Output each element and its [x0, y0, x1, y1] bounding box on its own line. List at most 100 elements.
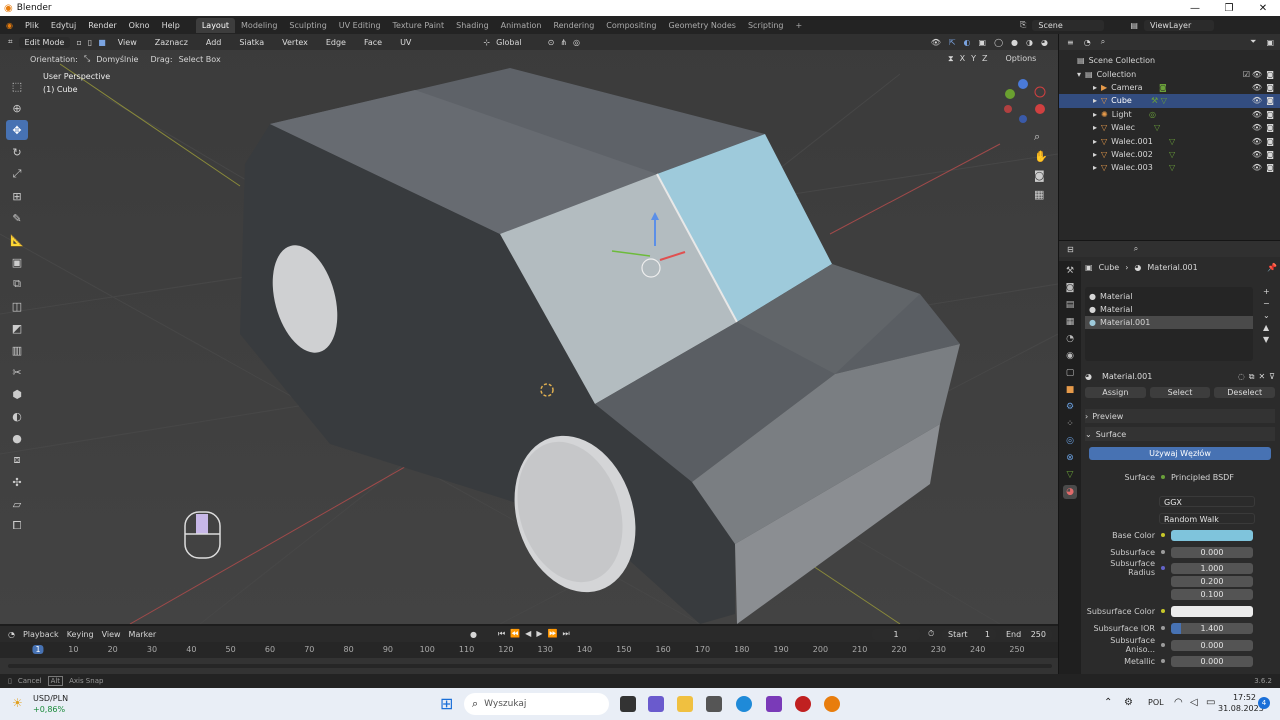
properties-editor-icon[interactable]: ⊟: [1067, 245, 1074, 254]
properties-search-icon[interactable]: ⌕: [1134, 244, 1138, 254]
tab-modeling[interactable]: Modeling: [235, 18, 283, 33]
camera-restrict-icon[interactable]: ◙: [1266, 96, 1274, 105]
deselect-button[interactable]: Deselect: [1214, 387, 1276, 398]
tab-layout[interactable]: Layout: [195, 17, 236, 33]
media-app-icon[interactable]: [766, 696, 782, 712]
file-explorer-icon[interactable]: [677, 696, 693, 712]
loop-cut-tool-icon[interactable]: ▥: [6, 340, 28, 360]
menu-uv[interactable]: UV: [394, 38, 417, 47]
shear-tool-icon[interactable]: ▱: [6, 494, 28, 514]
playback-menu[interactable]: Playback: [23, 630, 59, 639]
slot-menu-icon[interactable]: ⌄: [1263, 311, 1270, 320]
eye-icon[interactable]: 👁: [1252, 83, 1262, 92]
tray-app-icon[interactable]: ⚙: [1124, 697, 1133, 708]
material-datablock[interactable]: ◕ Material.001 ◌ ⧉ ✕ ⊽: [1085, 370, 1275, 383]
timeline-scrollbar[interactable]: [8, 664, 1052, 668]
world-tab-icon[interactable]: ◉: [1063, 349, 1077, 363]
move-up-icon[interactable]: ▲: [1263, 323, 1270, 332]
clock-date[interactable]: 31.08.2023: [1218, 704, 1264, 713]
outliner-item-walec-002[interactable]: ▸ ▽ Walec.002 ▽ 👁 ◙: [1059, 148, 1280, 161]
close-icon[interactable]: ✕: [1246, 0, 1280, 16]
ortho-grid-icon[interactable]: ▦: [1034, 188, 1048, 201]
pin-icon[interactable]: 📌: [1267, 263, 1277, 272]
eye-icon[interactable]: 👁: [1252, 150, 1262, 159]
play-icon[interactable]: ▶: [536, 629, 542, 639]
app-icon[interactable]: [706, 696, 722, 712]
battery-icon[interactable]: ▭: [1206, 697, 1215, 708]
eye-icon[interactable]: 👁: [1252, 163, 1262, 172]
record-icon[interactable]: ●: [470, 630, 477, 639]
axis-y-toggle[interactable]: Y: [971, 54, 976, 64]
render-tab-icon[interactable]: ◙: [1063, 281, 1077, 295]
axis-x-toggle[interactable]: X: [960, 54, 965, 64]
distribution-dropdown[interactable]: GGX: [1159, 495, 1255, 507]
jump-end-icon[interactable]: ⏭: [562, 629, 569, 639]
material-slot[interactable]: ● Material: [1085, 290, 1253, 303]
eye-icon[interactable]: 👁: [1252, 123, 1262, 132]
use-nodes-button[interactable]: Używaj Węzłów: [1089, 447, 1271, 460]
extrude-tool-icon[interactable]: ⧉: [6, 274, 28, 294]
subsurface-field[interactable]: 0.000: [1171, 546, 1253, 558]
scene-field[interactable]: Scene: [1032, 19, 1105, 31]
unlink-icon[interactable]: ✕: [1258, 372, 1265, 381]
outliner-item-light[interactable]: ▸ ✺ Light ◎ 👁 ◙: [1059, 108, 1280, 121]
view-layer-icon[interactable]: ▤: [1130, 21, 1138, 30]
overlay-icon[interactable]: ◐: [964, 38, 971, 47]
camera-restrict-icon[interactable]: ◙: [1266, 83, 1274, 92]
menu-file[interactable]: Plik: [19, 21, 45, 30]
orientation-dropdown[interactable]: Domyślnie: [96, 55, 138, 64]
scene-tab-icon[interactable]: ◔: [1063, 332, 1077, 346]
outliner-search-icon[interactable]: ⌕: [1101, 37, 1105, 47]
outliner-item-walec-003[interactable]: ▸ ▽ Walec.003 ▽ 👁 ◙: [1059, 161, 1280, 174]
eye-icon[interactable]: 👁: [1252, 137, 1262, 146]
transform-orientation-icon[interactable]: ⊹: [483, 38, 490, 47]
volume-icon[interactable]: ◁: [1190, 697, 1198, 708]
ticker-label[interactable]: USD/PLN: [33, 694, 68, 703]
spin-tool-icon[interactable]: ◐: [6, 406, 28, 426]
expand-icon[interactable]: ▸: [1093, 96, 1097, 105]
menu-face[interactable]: Face: [358, 38, 388, 47]
expand-icon[interactable]: ▸: [1093, 150, 1097, 159]
menu-vertex[interactable]: Vertex: [276, 38, 314, 47]
subsurface-radius-x-field[interactable]: 1.000: [1171, 562, 1253, 574]
expand-icon[interactable]: ▸: [1093, 137, 1097, 146]
expand-icon[interactable]: ▸: [1093, 110, 1097, 119]
link-icon[interactable]: ⊽: [1269, 372, 1275, 381]
material-slot[interactable]: ● Material: [1085, 303, 1253, 316]
scene-icon[interactable]: ⎘: [1020, 20, 1026, 30]
menu-mesh[interactable]: Siatka: [233, 38, 270, 47]
material-name-field[interactable]: Material.001: [1095, 371, 1234, 382]
xray-icon[interactable]: ▣: [979, 38, 987, 47]
outliner-item-cube[interactable]: ▸ ▽ Cube ⚒ ▽ 👁 ◙: [1059, 94, 1280, 108]
add-workspace-icon[interactable]: +: [790, 18, 809, 33]
tab-rendering[interactable]: Rendering: [547, 18, 600, 33]
data-tab-icon[interactable]: ▽: [1063, 468, 1077, 482]
rotate-tool-icon[interactable]: ↻: [6, 142, 28, 162]
object-tab-icon[interactable]: ■: [1063, 383, 1077, 397]
measure-tool-icon[interactable]: 📐: [6, 230, 28, 250]
tab-scripting[interactable]: Scripting: [742, 18, 790, 33]
windows-start-icon[interactable]: ⊞: [440, 694, 453, 713]
poly-build-tool-icon[interactable]: ⬢: [6, 384, 28, 404]
select-button[interactable]: Select: [1149, 387, 1211, 398]
remove-slot-icon[interactable]: −: [1263, 299, 1270, 308]
camera-restrict-icon[interactable]: ◙: [1266, 123, 1274, 132]
rip-tool-icon[interactable]: ⧠: [6, 516, 28, 536]
language-indicator[interactable]: POL: [1148, 698, 1164, 707]
menu-select[interactable]: Zaznacz: [149, 38, 194, 47]
view-layer-tab-icon[interactable]: ▦: [1063, 315, 1077, 329]
task-view-icon[interactable]: [620, 696, 636, 712]
timeline-track[interactable]: [0, 658, 1058, 674]
3d-viewport[interactable]: User Perspective (1) Cube ⌕ ✋ ◙ ▦: [0, 34, 1058, 624]
expand-icon[interactable]: ▸: [1093, 83, 1097, 92]
surface-shader-field[interactable]: Principled BSDF: [1171, 473, 1234, 482]
annotate-tool-icon[interactable]: ✎: [6, 208, 28, 228]
timeline-ruler[interactable]: 1 10 20 30 40 50 60 70 80 90 100 110 120 130 140 150 160…: [0, 642, 1058, 658]
view-layer-field[interactable]: ViewLayer: [1143, 19, 1214, 31]
menu-render[interactable]: Render: [82, 21, 122, 30]
outliner-scene-collection[interactable]: ▤ Scene Collection: [1059, 54, 1280, 67]
menu-window[interactable]: Okno: [123, 21, 156, 30]
physics-tab-icon[interactable]: ◎: [1063, 434, 1077, 448]
timeline-editor-icon[interactable]: ◔: [8, 630, 15, 639]
expand-icon[interactable]: ▸: [1093, 123, 1097, 132]
